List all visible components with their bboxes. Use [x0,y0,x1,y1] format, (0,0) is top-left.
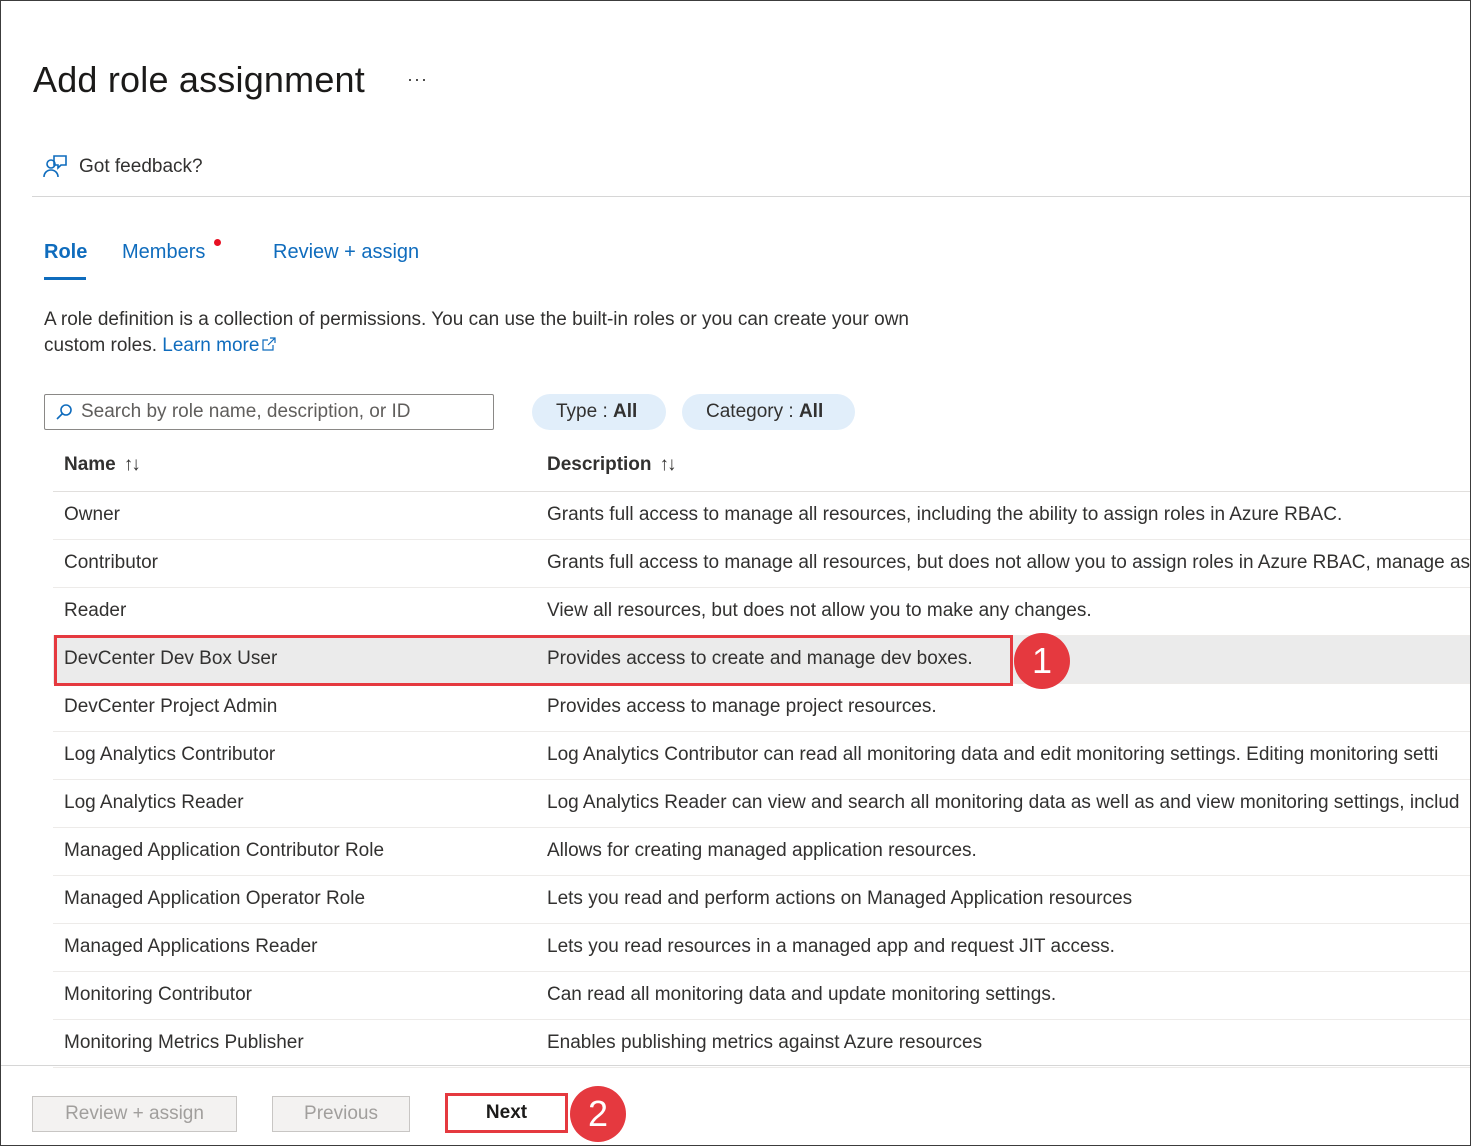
type-filter-label: Type : [556,401,614,422]
category-filter-pill[interactable]: Category : All [682,394,855,430]
type-filter-pill[interactable]: Type : All [532,394,666,430]
role-description: Lets you read and perform actions on Man… [547,888,1133,909]
table-header: Name ↑↓ Description ↑↓ [53,444,1470,492]
role-description: Grants full access to manage all resourc… [547,552,1471,573]
header-divider [32,196,1470,197]
callout-highlight-row [54,635,1013,686]
role-description: Grants full access to manage all resourc… [547,504,1343,525]
role-name: Managed Applications Reader [64,936,318,957]
table-row[interactable]: Monitoring Contributor Can read all monit… [53,972,1470,1020]
tab-members[interactable]: Members [122,241,205,264]
learn-more-label: Learn more [162,335,260,356]
column-header-name[interactable]: Name ↑↓ [64,454,141,476]
role-description: Provides access to manage project resour… [547,696,937,717]
role-name: Managed Application Operator Role [64,888,366,909]
role-search-box [44,394,494,430]
role-description: Can read all monitoring data and update … [547,984,1057,1005]
table-row[interactable]: Monitoring Metrics Publisher Enables publ… [53,1020,1470,1068]
roles-table: Name ↑↓ Description ↑↓ Owner Grants full ac… [53,444,1471,1068]
sort-icon: ↑↓ [659,454,677,475]
external-link-icon [262,337,277,351]
active-tab-indicator [44,277,86,280]
role-description-text: A role definition is a collection of per… [44,307,964,359]
tab-review-assign[interactable]: Review + assign [273,241,419,264]
role-description: Lets you read resources in a managed app… [547,936,1115,957]
role-description: Allows for creating managed application … [547,840,977,861]
role-description: Log Analytics Reader can view and search… [547,792,1460,813]
feedback-link[interactable]: Got feedback? [41,153,203,181]
role-name: Reader [64,600,127,621]
category-filter-value: All [798,401,824,422]
table-row[interactable]: Log Analytics Reader Log Analytics Reader… [53,780,1470,828]
table-row[interactable]: Owner Grants full access to manage all re… [53,492,1470,540]
table-row[interactable]: Contributor Grants full access to manage … [53,540,1471,588]
role-name: DevCenter Project Admin [64,696,278,717]
next-button[interactable]: Next [445,1093,568,1133]
page-title: Add role assignment [33,59,365,100]
category-filter-label: Category : [706,401,799,422]
role-name: Owner [64,504,120,525]
feedback-icon [43,155,67,178]
footer-divider [1,1065,1470,1066]
previous-button[interactable]: Previous [272,1096,410,1132]
callout-badge-1: 1 [1014,633,1070,689]
column-description-label: Description [547,454,652,475]
feedback-label: Got feedback? [79,156,203,177]
members-required-dot [214,239,221,246]
learn-more-link[interactable]: Learn more [162,335,277,356]
table-row[interactable]: Managed Application Operator Role Lets yo… [53,876,1470,924]
table-row[interactable]: Managed Applications Reader Lets you read… [53,924,1470,972]
search-icon [56,404,72,420]
type-filter-value: All [613,401,638,422]
role-name: Managed Application Contributor Role [64,840,385,861]
sort-icon: ↑↓ [123,454,141,475]
table-row[interactable]: DevCenter Project Admin Provides access t… [53,684,1470,732]
role-name: Monitoring Contributor [64,984,252,1005]
column-header-description[interactable]: Description ↑↓ [547,454,677,476]
review-assign-button[interactable]: Review + assign [32,1096,237,1132]
role-name: Contributor [64,552,158,573]
table-row[interactable]: Reader View all resources, but does not a… [53,588,1470,636]
add-role-assignment-blade: Add role assignment ··· Got feedback? Ro… [0,0,1471,1146]
column-name-label: Name [64,454,116,475]
table-row[interactable]: Log Analytics Contributor Log Analytics C… [53,732,1470,780]
role-name: Log Analytics Reader [64,792,244,813]
role-name: Monitoring Metrics Publisher [64,1032,304,1053]
role-description: Log Analytics Contributor can read all m… [547,744,1439,765]
role-description: Enables publishing metrics against Azure… [547,1032,983,1053]
search-input[interactable] [81,401,493,423]
table-row[interactable]: Managed Application Contributor Role Allo… [53,828,1470,876]
tab-role[interactable]: Role [44,241,87,264]
more-options-icon[interactable]: ··· [407,69,428,90]
callout-badge-2: 2 [570,1086,626,1142]
role-description: View all resources, but does not allow y… [547,600,1092,621]
role-name: Log Analytics Contributor [64,744,276,765]
